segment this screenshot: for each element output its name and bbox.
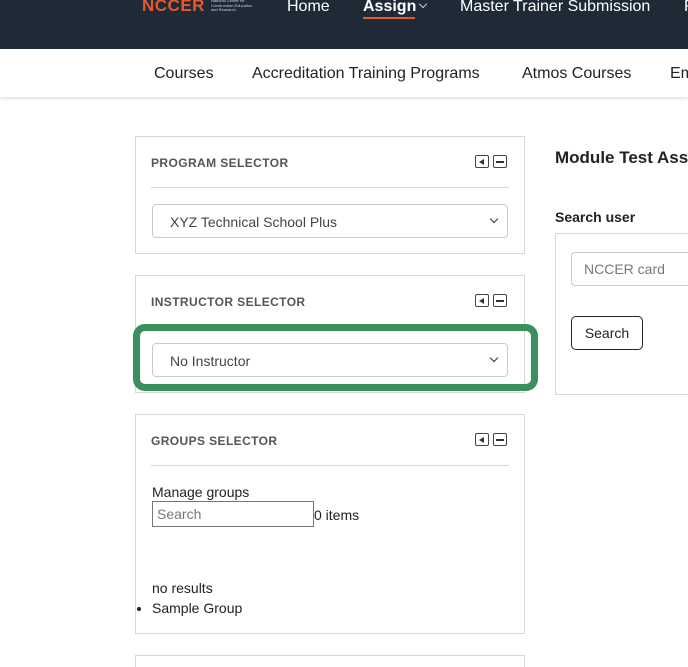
collapse-left-icon[interactable]: [475, 433, 489, 446]
subnav-item-truncated[interactable]: Em: [670, 65, 688, 83]
active-nav-underline: [363, 17, 415, 19]
groups-selector-panel: GROUPS SELECTOR Manage groups 0 items no…: [135, 414, 525, 634]
nccer-card-input[interactable]: [571, 252, 688, 286]
search-user-label: Search user: [555, 209, 636, 225]
page-title: Module Test Ass: [555, 148, 688, 167]
nav-home[interactable]: Home: [287, 0, 330, 17]
groups-search-input[interactable]: [152, 501, 314, 527]
manage-groups-label: Manage groups: [152, 484, 250, 500]
search-button[interactable]: Search: [571, 316, 643, 350]
program-selector-panel: PROGRAM SELECTOR XYZ Technical School Pl…: [135, 136, 525, 254]
panel-divider: [151, 187, 509, 188]
panel-controls: [475, 294, 507, 307]
subnav-accreditation-training-programs[interactable]: Accreditation Training Programs: [252, 65, 480, 83]
chevron-down-icon[interactable]: [418, 0, 428, 9]
panel-title: INSTRUCTOR SELECTOR: [151, 295, 306, 309]
minimize-icon[interactable]: [493, 433, 507, 446]
panel-title: GROUPS SELECTOR: [151, 434, 278, 448]
logo-mark: NCCER: [142, 0, 205, 15]
program-select-value: XYZ Technical School Plus: [170, 214, 338, 230]
subnav-atmos-courses[interactable]: Atmos Courses: [522, 65, 631, 83]
collapse-left-icon[interactable]: [475, 155, 489, 168]
panel-title: PROGRAM SELECTOR: [151, 156, 289, 170]
minimize-icon[interactable]: [493, 294, 507, 307]
minimize-icon[interactable]: [493, 155, 507, 168]
logo-tagline: National Center for Construction Educati…: [210, 0, 253, 12]
next-panel: [135, 655, 525, 667]
list-item[interactable]: Sample Group: [136, 600, 242, 616]
items-count: 0 items: [314, 507, 360, 523]
no-results-text: no results: [152, 580, 213, 596]
collapse-left-icon[interactable]: [475, 294, 489, 307]
highlight-annotation: [133, 324, 538, 391]
search-user-card: Search: [555, 233, 688, 395]
nav-item-truncated[interactable]: R: [684, 0, 688, 17]
nav-master-trainer-submission[interactable]: Master Trainer Submission: [460, 0, 650, 17]
nav-assign[interactable]: Assign: [363, 0, 416, 17]
program-select[interactable]: XYZ Technical School Plus: [152, 204, 508, 238]
panel-controls: [475, 155, 507, 168]
panel-controls: [475, 433, 507, 446]
top-navbar: NCCER National Center for Construction E…: [0, 0, 688, 49]
sub-navbar: Courses Accreditation Training Programs …: [0, 49, 688, 97]
nccer-logo[interactable]: NCCER National Center for Construction E…: [142, 0, 257, 16]
chevron-down-icon: [489, 214, 499, 224]
panel-divider: [151, 465, 509, 466]
subnav-courses[interactable]: Courses: [154, 65, 214, 83]
group-list: Sample Group: [136, 600, 242, 616]
